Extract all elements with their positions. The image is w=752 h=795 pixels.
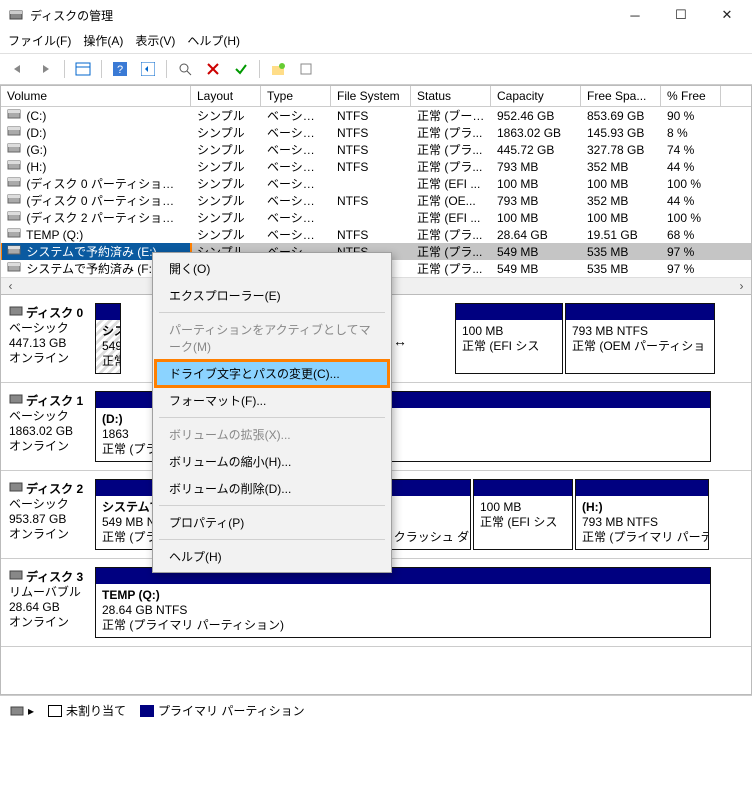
disk-info: ディスク 0ベーシック447.13 GBオンライン xyxy=(7,303,93,374)
legend-unalloc: 未割り当て xyxy=(66,702,126,719)
maximize-button[interactable]: ☐ xyxy=(658,0,704,30)
app-icon xyxy=(8,7,24,23)
col-volume[interactable]: Volume xyxy=(1,86,191,106)
col-layout[interactable]: Layout xyxy=(191,86,261,106)
table-row[interactable]: TEMP (Q:)シンプルベーシックNTFS正常 (プラ...28.64 GB1… xyxy=(1,226,751,243)
menu-action[interactable]: 操作(A) xyxy=(83,32,123,49)
partition-cell[interactable]: (H:)793 MB NTFS正常 (プライマリ パーティ xyxy=(575,479,709,550)
context-menu: 開く(O) エクスプローラー(E) パーティションをアクティブとしてマーク(M)… xyxy=(152,252,392,573)
table-row[interactable]: (H:)シンプルベーシックNTFS正常 (プラ...793 MB352 MB44… xyxy=(1,158,751,175)
col-free[interactable]: Free Spa... xyxy=(581,86,661,106)
partition-cell[interactable]: 100 MB正常 (EFI シス xyxy=(473,479,573,550)
ctx-format[interactable]: フォーマット(F)... xyxy=(155,387,389,414)
svg-text:?: ? xyxy=(117,64,123,76)
partition-cell[interactable]: 793 MB NTFS正常 (OEM パーティショ xyxy=(565,303,715,374)
ctx-extend[interactable]: ボリュームの拡張(X)... xyxy=(155,421,389,448)
close-button[interactable]: ✕ xyxy=(704,0,750,30)
ctx-properties[interactable]: プロパティ(P) xyxy=(155,509,389,536)
legend-swatch-unalloc xyxy=(48,705,62,717)
ctx-help[interactable]: ヘルプ(H) xyxy=(155,543,389,570)
ctx-explore[interactable]: エクスプローラー(E) xyxy=(155,282,389,309)
table-row[interactable]: (ディスク 0 パーティション 3)シンプルベーシック正常 (EFI ...10… xyxy=(1,175,751,192)
disk-info: ディスク 2ベーシック953.87 GBオンライン xyxy=(7,479,93,550)
partition-cell[interactable]: シス549正常 xyxy=(95,303,121,374)
table-header: Volume Layout Type File System Status Ca… xyxy=(1,86,751,107)
partition-cell[interactable]: TEMP (Q:)28.64 GB NTFS正常 (プライマリ パーティション) xyxy=(95,567,711,638)
partition-cell[interactable]: 100 MB正常 (EFI シス xyxy=(455,303,563,374)
col-pctfree[interactable]: % Free xyxy=(661,86,721,106)
disk-info: ディスク 1ベーシック1863.02 GBオンライン xyxy=(7,391,93,462)
col-status[interactable]: Status xyxy=(411,86,491,106)
menu-help[interactable]: ヘルプ(H) xyxy=(187,32,240,49)
col-type[interactable]: Type xyxy=(261,86,331,106)
table-row[interactable]: (G:)シンプルベーシックNTFS正常 (プラ...445.72 GB327.7… xyxy=(1,141,751,158)
table-row[interactable]: (C:)シンプルベーシックNTFS正常 (ブート...952.46 GB853.… xyxy=(1,107,751,124)
window-title: ディスクの管理 xyxy=(30,7,612,24)
ctx-mark-active[interactable]: パーティションをアクティブとしてマーク(M) xyxy=(155,316,389,360)
legend-primary: プライマリ パーティション xyxy=(158,702,305,719)
col-capacity[interactable]: Capacity xyxy=(491,86,581,106)
ctx-shrink[interactable]: ボリュームの縮小(H)... xyxy=(155,448,389,475)
table-row[interactable]: (D:)シンプルベーシックNTFS正常 (プラ...1863.02 GB145.… xyxy=(1,124,751,141)
legend: ▸ 未割り当て プライマリ パーティション xyxy=(0,695,752,725)
newvol-button[interactable] xyxy=(266,58,290,80)
menu-view[interactable]: 表示(V) xyxy=(135,32,175,49)
delete-button[interactable] xyxy=(201,58,225,80)
col-fs[interactable]: File System xyxy=(331,86,411,106)
disk-extra-icon xyxy=(10,705,24,717)
table-row[interactable]: (ディスク 0 パーティション 4)シンプルベーシックNTFS正常 (OE...… xyxy=(1,192,751,209)
view-detail-button[interactable] xyxy=(71,58,95,80)
menubar: ファイル(F) 操作(A) 表示(V) ヘルプ(H) xyxy=(0,30,752,53)
legend-swatch-primary xyxy=(140,705,154,717)
table-row[interactable]: (ディスク 2 パーティション 3)シンプルベーシック正常 (EFI ...10… xyxy=(1,209,751,226)
toolbar: ? xyxy=(0,54,752,85)
apply-button[interactable] xyxy=(229,58,253,80)
rescan-button[interactable] xyxy=(173,58,197,80)
ctx-delete[interactable]: ボリュームの削除(D)... xyxy=(155,475,389,502)
refresh-button[interactable] xyxy=(136,58,160,80)
help-button[interactable]: ? xyxy=(108,58,132,80)
minimize-button[interactable]: ─ xyxy=(612,0,658,30)
nav-fwd-button[interactable] xyxy=(34,58,58,80)
cursor-icon: ↔ xyxy=(393,333,407,349)
disk-info: ディスク 3リムーバブル28.64 GBオンライン xyxy=(7,567,93,638)
props-button[interactable] xyxy=(294,58,318,80)
menu-file[interactable]: ファイル(F) xyxy=(8,32,71,49)
titlebar: ディスクの管理 ─ ☐ ✕ xyxy=(0,0,752,30)
ctx-open[interactable]: 開く(O) xyxy=(155,255,389,282)
nav-back-button[interactable] xyxy=(6,58,30,80)
ctx-change-drive-letter[interactable]: ドライブ文字とパスの変更(C)... xyxy=(155,360,389,387)
